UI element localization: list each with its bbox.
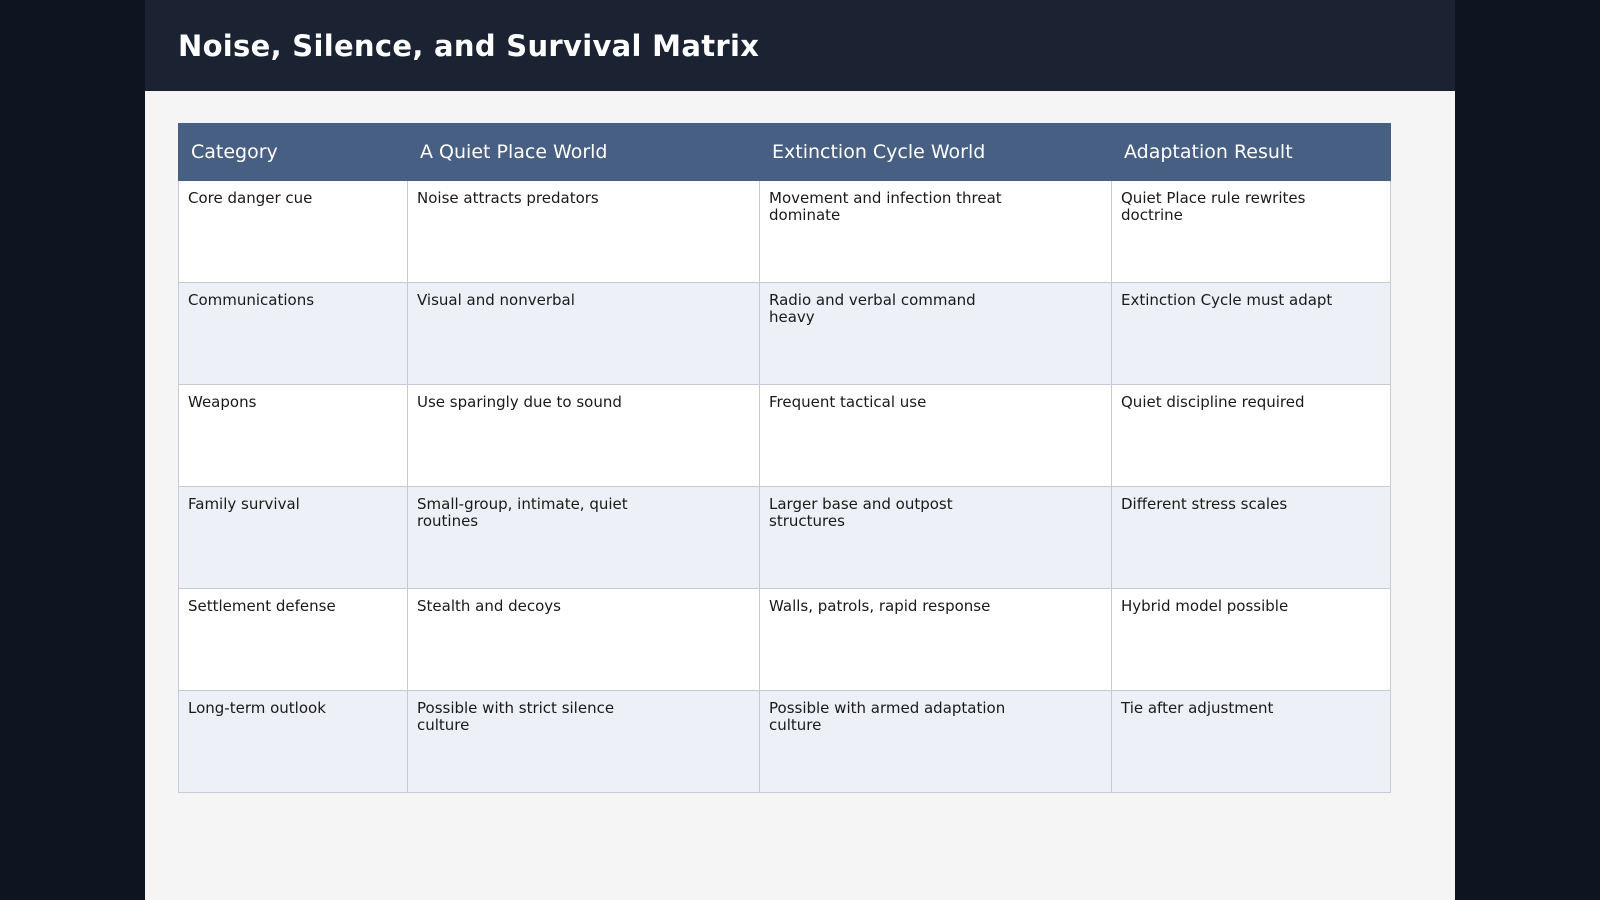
page-header: Noise, Silence, and Survival Matrix <box>145 0 1455 91</box>
table-cell: Family survival <box>178 486 408 589</box>
column-header-adaptation-result: Adaptation Result <box>1111 123 1391 181</box>
cell-text: Communications <box>188 291 315 309</box>
cell-text: Family survival <box>188 495 300 513</box>
table-cell: Different stress scales <box>1111 486 1391 589</box>
cell-text: Movement and infection threat dominate <box>769 189 1002 224</box>
table-cell: Extinction Cycle must adapt <box>1111 282 1391 385</box>
cell-text: Settlement defense <box>188 597 336 615</box>
table-cell: Larger base and outpost structures <box>759 486 1112 589</box>
cell-text: Possible with strict silence culture <box>417 699 615 734</box>
table-cell: Stealth and decoys <box>407 588 760 691</box>
table-row: Long-term outlook Possible with strict s… <box>178 690 1391 793</box>
cell-text: Possible with armed adaptation culture <box>769 699 1006 734</box>
page: Noise, Silence, and Survival Matrix Cate… <box>145 0 1455 900</box>
table-cell: Use sparingly due to sound <box>407 384 760 487</box>
table-cell: Possible with armed adaptation culture <box>759 690 1112 793</box>
cell-text: Tie after adjustment <box>1121 699 1274 717</box>
table-cell: Movement and infection threat dominate <box>759 180 1112 283</box>
table-row: Family survival Small-group, intimate, q… <box>178 486 1391 589</box>
table-cell: Long-term outlook <box>178 690 408 793</box>
cell-text: Frequent tactical use <box>769 393 927 411</box>
cell-text: Hybrid model possible <box>1121 597 1289 615</box>
table-cell: Walls, patrols, rapid response <box>759 588 1112 691</box>
cell-text: Weapons <box>188 393 257 411</box>
table-row: Communications Visual and nonverbal Radi… <box>178 282 1391 385</box>
cell-text: Extinction Cycle must adapt <box>1121 291 1333 309</box>
page-title: Noise, Silence, and Survival Matrix <box>178 28 760 63</box>
column-header-quiet-place: A Quiet Place World <box>407 123 760 181</box>
table-cell: Possible with strict silence culture <box>407 690 760 793</box>
cell-text: Stealth and decoys <box>417 597 562 615</box>
column-header-category: Category <box>178 123 408 181</box>
cell-text: Visual and nonverbal <box>417 291 575 309</box>
cell-text: Quiet discipline required <box>1121 393 1305 411</box>
cell-text: Larger base and outpost structures <box>769 495 953 530</box>
survival-matrix-table: Category A Quiet Place World Extinction … <box>178 123 1391 793</box>
cell-text: Different stress scales <box>1121 495 1288 513</box>
table-cell: Frequent tactical use <box>759 384 1112 487</box>
table-row: Core danger cue Noise attracts predators… <box>178 180 1391 283</box>
table-row: Settlement defense Stealth and decoys Wa… <box>178 588 1391 691</box>
cell-text: Noise attracts predators <box>417 189 599 207</box>
table-cell: Tie after adjustment <box>1111 690 1391 793</box>
table-header-row: Category A Quiet Place World Extinction … <box>178 123 1391 181</box>
table-cell: Hybrid model possible <box>1111 588 1391 691</box>
table-cell: Core danger cue <box>178 180 408 283</box>
table-cell: Radio and verbal command heavy <box>759 282 1112 385</box>
table-row: Weapons Use sparingly due to sound Frequ… <box>178 384 1391 487</box>
cell-text: Small-group, intimate, quiet routines <box>417 495 628 530</box>
cell-text: Core danger cue <box>188 189 313 207</box>
cell-text: Long-term outlook <box>188 699 326 717</box>
cell-text: Radio and verbal command heavy <box>769 291 976 326</box>
table-cell: Weapons <box>178 384 408 487</box>
table-cell: Communications <box>178 282 408 385</box>
table-cell: Quiet Place rule rewrites doctrine <box>1111 180 1391 283</box>
table-cell: Noise attracts predators <box>407 180 760 283</box>
table-cell: Small-group, intimate, quiet routines <box>407 486 760 589</box>
table-cell: Quiet discipline required <box>1111 384 1391 487</box>
cell-text: Use sparingly due to sound <box>417 393 622 411</box>
table-cell: Visual and nonverbal <box>407 282 760 385</box>
column-header-extinction-cycle: Extinction Cycle World <box>759 123 1112 181</box>
table-cell: Settlement defense <box>178 588 408 691</box>
cell-text: Walls, patrols, rapid response <box>769 597 991 615</box>
cell-text: Quiet Place rule rewrites doctrine <box>1121 189 1306 224</box>
